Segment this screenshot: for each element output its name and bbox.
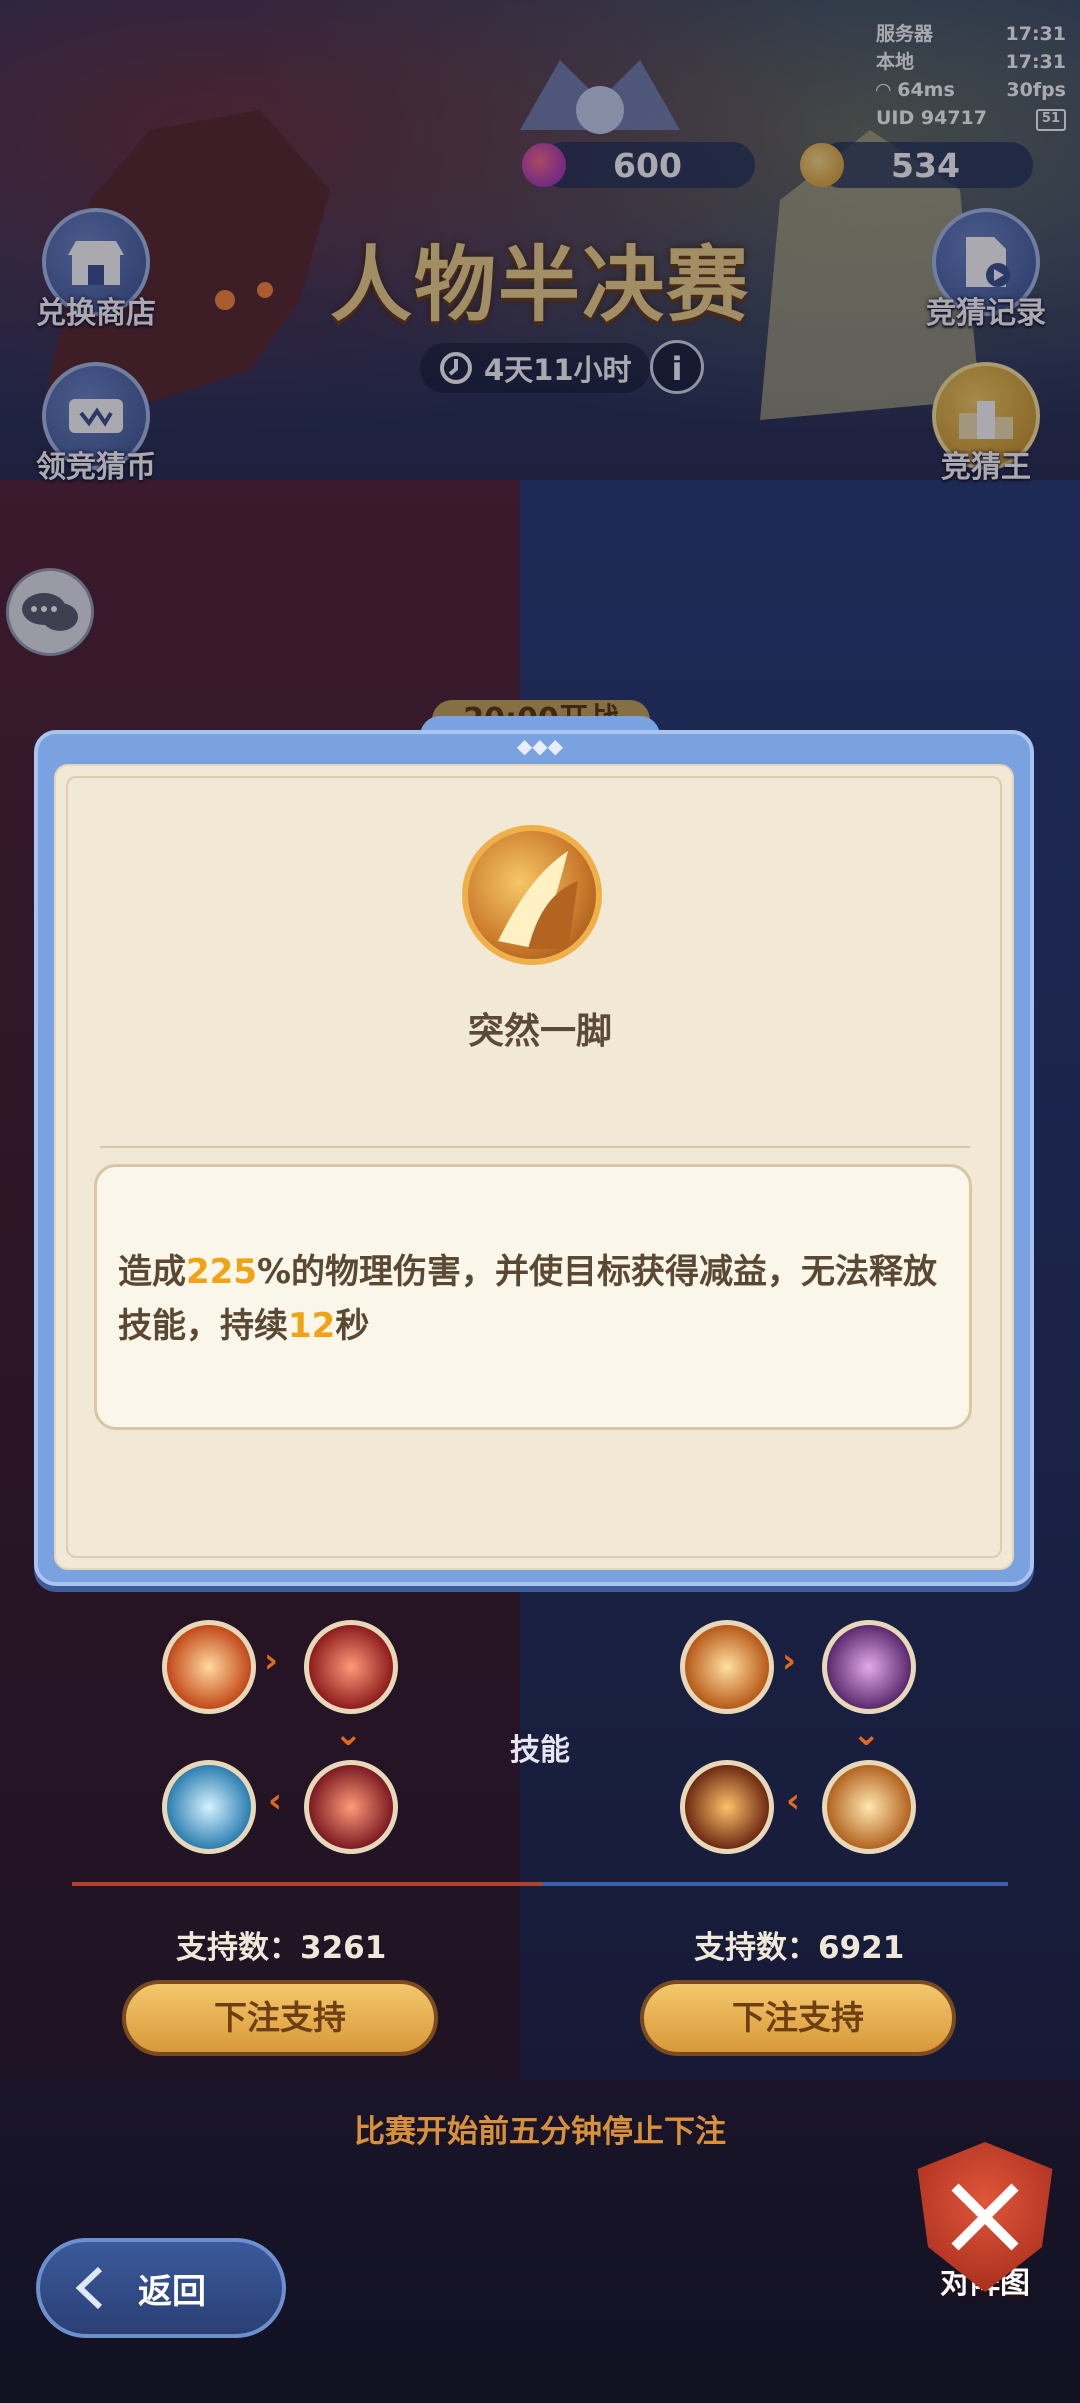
- right-divider: [542, 1882, 1008, 1886]
- right-skill-1[interactable]: [680, 1620, 774, 1714]
- left-support-count: 支持数：3261: [176, 1930, 387, 1966]
- right-skill-2[interactable]: [822, 1620, 916, 1714]
- arrow-right-icon: ›: [782, 1641, 797, 1681]
- left-divider: [72, 1882, 542, 1886]
- back-label: 返回: [138, 2271, 206, 2312]
- arrow-left-icon: ‹: [786, 1781, 801, 1821]
- arrow-left-icon: ‹: [268, 1781, 283, 1821]
- left-skill-3[interactable]: [304, 1760, 398, 1854]
- right-support-count: 支持数：6921: [694, 1930, 905, 1966]
- betting-notice: 比赛开始前五分钟停止下注: [354, 2114, 726, 2150]
- left-bet-button[interactable]: 下注支持: [122, 1980, 438, 2056]
- ornament-icon: ◆◆◆: [516, 734, 564, 758]
- right-skill-4[interactable]: [680, 1760, 774, 1854]
- back-button[interactable]: 返回: [36, 2238, 286, 2338]
- arrow-down-icon: ⌄: [334, 1714, 363, 1754]
- skill-icon-kick: [462, 825, 602, 965]
- duration-value: 12: [288, 1306, 336, 1346]
- left-skill-1[interactable]: [162, 1620, 256, 1714]
- arrow-right-icon: ›: [264, 1641, 279, 1681]
- skill-name: 突然一脚: [467, 1011, 612, 1052]
- damage-value: 225: [186, 1252, 257, 1292]
- skills-label: 技能: [510, 1733, 570, 1768]
- bracket-button[interactable]: 对阵图: [900, 2142, 1070, 2302]
- right-bet-button[interactable]: 下注支持: [640, 1980, 956, 2056]
- arrow-down-icon: ⌄: [852, 1714, 881, 1754]
- left-skill-4[interactable]: [162, 1760, 256, 1854]
- left-skill-2[interactable]: [304, 1620, 398, 1714]
- skill-description: 造成225%的物理伤害，并使目标获得减益，无法释放技能，持续12秒: [118, 1252, 938, 1346]
- back-arrow-icon: [75, 2266, 103, 2310]
- right-skill-3[interactable]: [822, 1760, 916, 1854]
- popup-divider: [100, 1146, 970, 1148]
